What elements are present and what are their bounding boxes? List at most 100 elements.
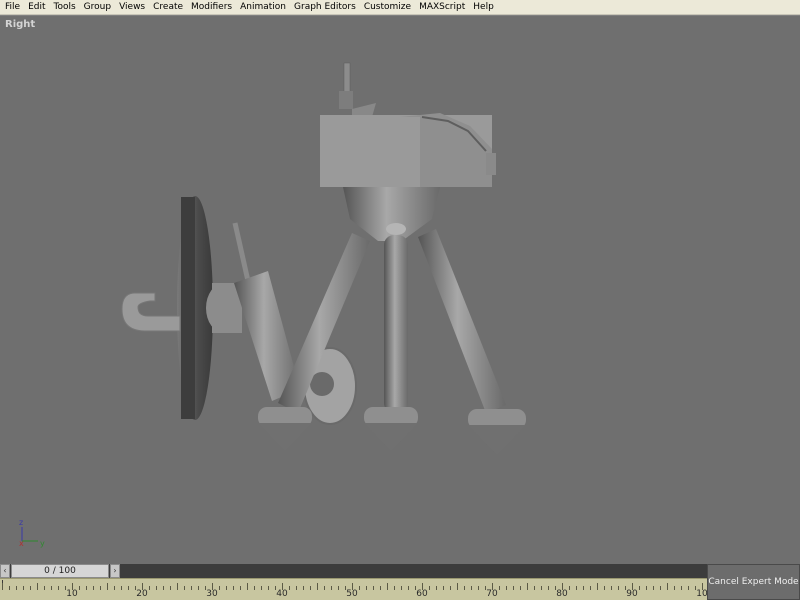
trackbar-tick [618,586,619,590]
trackbar-tick [100,586,101,590]
tick-label: 80 [556,589,568,599]
trackbar-tick [387,583,388,590]
axis-gizmo: z x y [19,518,45,548]
trackbar-tick [576,586,577,590]
trackbar-tick [632,583,633,590]
trackbar-tick [674,586,675,590]
menu-modifiers[interactable]: Modifiers [187,0,236,14]
trackbar-tick [212,583,213,590]
trackbar-tick [555,586,556,590]
tick-label: 90 [626,589,638,599]
trackbar-tick [324,586,325,590]
trackbar-tick [198,586,199,590]
time-slider-bar[interactable]: ‹ 0 / 100 › [0,564,707,578]
trackbar-tick [233,586,234,590]
trackbar-tick [23,586,24,590]
trackbar-tick [170,586,171,590]
tick-label: 40 [276,589,288,599]
trackbar-tick [247,583,248,590]
trackbar-tick [464,586,465,590]
trackbar-tick [191,586,192,590]
trackbar-tick [695,586,696,590]
trackbar-tick [345,586,346,590]
axis-x-label: x [19,539,24,548]
menu-animation[interactable]: Animation [236,0,290,14]
menu-customize[interactable]: Customize [360,0,415,14]
trackbar-tick [394,586,395,590]
tick-label: 70 [486,589,498,599]
trackbar-tick [429,586,430,590]
menu-tools[interactable]: Tools [50,0,80,14]
menu-graph-editors[interactable]: Graph Editors [290,0,360,14]
trackbar-tick [646,586,647,590]
trackbar-tick [436,586,437,590]
trackbar-tick [268,586,269,590]
trackbar-tick [625,586,626,590]
trackbar-tick [688,586,689,590]
trackbar-tick [65,586,66,590]
trackbar-tick [513,586,514,590]
trackbar-tick [205,586,206,590]
trackbar-tick [527,583,528,590]
trackbar-tick [9,586,10,590]
trackbar-tick [653,586,654,590]
menu-bar: File Edit Tools Group Views Create Modif… [0,0,800,15]
trackbar-tick [534,586,535,590]
trackbar-tick [702,583,703,590]
chevron-right-icon[interactable]: › [110,564,120,578]
trackbar-tick [37,583,38,590]
trackbar-tick [604,586,605,590]
chevron-left-icon[interactable]: ‹ [0,564,10,578]
trackbar-tick [93,586,94,590]
trackbar-tick [478,586,479,590]
trackbar-tick [114,586,115,590]
trackbar[interactable]: 10 20 30 40 50 60 70 80 90 10 [0,578,708,600]
trackbar-tick [135,586,136,590]
tick-label: 10 [66,589,78,599]
hopper-cone [343,187,440,241]
trackbar-tick [254,586,255,590]
leg-right [418,229,526,455]
trackbar-tick [240,586,241,590]
tick-label: 30 [206,589,218,599]
trackbar-tick [107,583,108,590]
menu-views[interactable]: Views [115,0,149,14]
trackbar-tick [121,586,122,590]
tick-label: 50 [346,589,358,599]
trackbar-tick [450,586,451,590]
grapple-disk [121,196,242,420]
trackbar-tick [506,586,507,590]
trackbar-tick [597,583,598,590]
trackbar-tick [58,586,59,590]
body-box [320,113,496,187]
trackbar-tick [142,583,143,590]
menu-create[interactable]: Create [149,0,187,14]
trackbar-tick [282,583,283,590]
trackbar-tick [415,586,416,590]
trackbar-tick [583,586,584,590]
trackbar-tick [16,586,17,590]
trackbar-tick [548,586,549,590]
trackbar-tick [128,586,129,590]
trackbar-tick [457,583,458,590]
scene-3d-model[interactable]: z x y [0,16,800,564]
menu-file[interactable]: File [0,0,24,14]
viewport-label[interactable]: Right [5,19,35,30]
trackbar-tick [373,586,374,590]
menu-group[interactable]: Group [80,0,115,14]
time-slider-thumb[interactable]: 0 / 100 [11,564,109,578]
trackbar-tick [366,586,367,590]
trackbar-tick [443,586,444,590]
menu-maxscript[interactable]: MAXScript [415,0,469,14]
trackbar-tick [296,586,297,590]
trackbar-tick [226,586,227,590]
trackbar-tick [30,586,31,590]
menu-help[interactable]: Help [469,0,498,14]
trackbar-tick [338,586,339,590]
viewport-right[interactable]: z x y Right [0,15,800,564]
trackbar-tick [667,583,668,590]
menu-edit[interactable]: Edit [24,0,49,14]
trackbar-tick [471,586,472,590]
cancel-expert-mode-button[interactable]: Cancel Expert Mode [707,564,800,600]
tick-label: 20 [136,589,148,599]
